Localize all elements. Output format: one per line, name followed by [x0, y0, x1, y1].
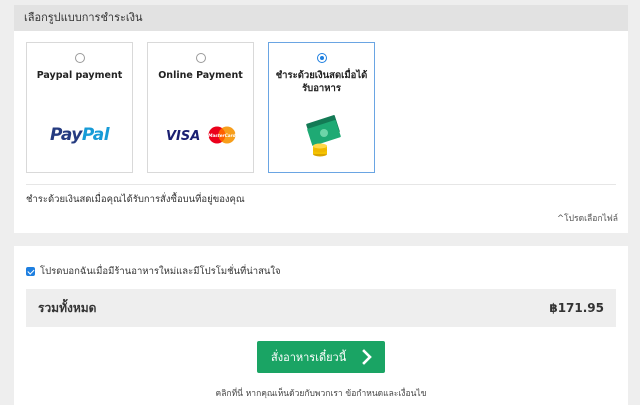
terms-text[interactable]: คลิกที่นี่ หากคุณเห็นด้วยกับพวกเรา ข้อกำ…: [14, 386, 628, 400]
paypal-radio[interactable]: [75, 53, 85, 63]
newsletter-label: โปรดบอกฉันเมื่อมีร้านอาหารใหม่และมีโปรโม…: [40, 266, 281, 277]
cash-coins-icon: [306, 115, 341, 157]
paypal-option-label: Paypal payment: [36, 70, 123, 81]
payment-divider: [26, 184, 616, 185]
total-label: รวมทั้งหมด: [38, 301, 97, 315]
mastercard-logo-text: MasterCard: [208, 133, 236, 138]
order-now-button[interactable]: สั่งอาหารเดี๋ยวนี้: [257, 341, 385, 373]
paypal-logo-pay: Pay: [49, 125, 82, 145]
total-bar: รวมทั้งหมด ฿171.95: [26, 289, 616, 327]
order-summary-panel: โปรดบอกฉันเมื่อมีร้านอาหารใหม่และมีโปรโม…: [14, 246, 628, 405]
payment-description: ชำระด้วยเงินสดเมื่อคุณได้รับการสั่งซื้อบ…: [26, 194, 245, 205]
payment-option-online[interactable]: Online Payment VISA MasterCard: [147, 42, 254, 173]
order-now-label: สั่งอาหารเดี๋ยวนี้: [271, 351, 347, 364]
cash-option-label: ชำระด้วยเงินสดเมื่อได้รับอาหาร: [275, 70, 368, 94]
newsletter-option[interactable]: โปรดบอกฉันเมื่อมีร้านอาหารใหม่และมีโปรโม…: [26, 264, 281, 279]
choose-file-link[interactable]: ^โปรดเลือกไฟล์: [557, 211, 618, 225]
online-payment-option-label: Online Payment: [158, 70, 243, 81]
newsletter-checkbox[interactable]: [26, 267, 35, 276]
payment-options: Paypal payment PayPal Online Payment VIS…: [26, 42, 626, 173]
chevron-right-icon: [362, 349, 372, 365]
visa-logo: VISA: [166, 129, 201, 144]
payment-method-header: เลือกรูปแบบการชำระเงิน: [14, 5, 628, 31]
payment-option-paypal[interactable]: Paypal payment PayPal: [26, 42, 133, 173]
cash-radio[interactable]: [317, 53, 327, 63]
total-amount: ฿171.95: [549, 301, 604, 315]
payment-option-cash[interactable]: ชำระด้วยเงินสดเมื่อได้รับอาหาร: [268, 42, 375, 173]
paypal-logo-pal: Pal: [81, 125, 110, 145]
mastercard-logo: MasterCard: [208, 126, 237, 144]
paypal-logo: PayPal: [27, 125, 132, 145]
online-payment-radio[interactable]: [196, 53, 206, 63]
payment-method-panel: เลือกรูปแบบการชำระเงิน Paypal payment Pa…: [14, 5, 628, 233]
